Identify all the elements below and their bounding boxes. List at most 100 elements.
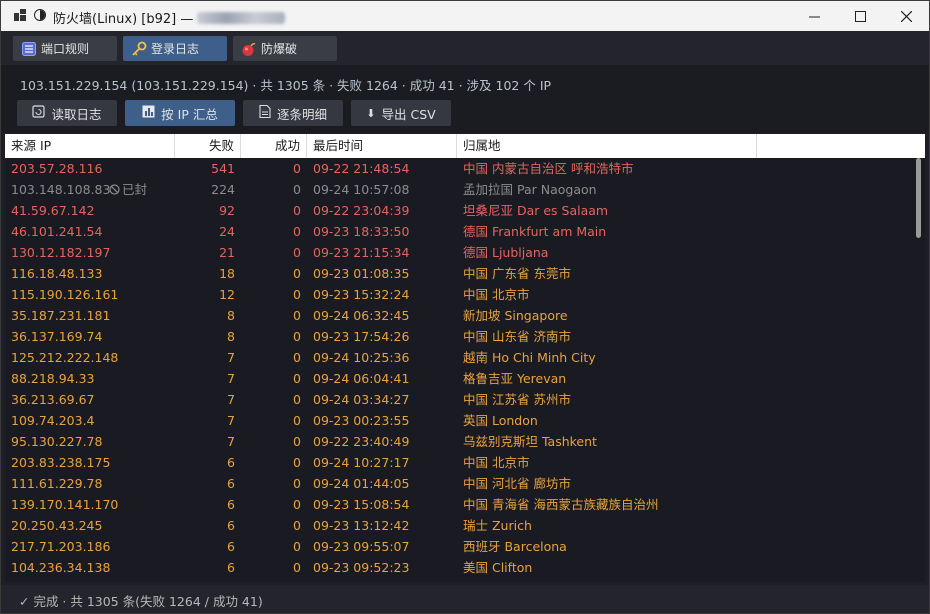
- column-header-last-time[interactable]: 最后时间: [307, 134, 457, 158]
- column-header-location[interactable]: 归属地: [457, 134, 757, 158]
- cell-last-time: 09-23 17:54:26: [313, 329, 410, 344]
- list-icon: [21, 41, 37, 57]
- table-row[interactable]: 88.218.94.33 7 0 09-24 06:04:41 格鲁吉亚 Yerevan: [5, 368, 912, 389]
- cell-success: 0: [293, 434, 301, 449]
- close-button[interactable]: [883, 1, 929, 31]
- cell-ip: 115.190.126.161: [11, 287, 119, 302]
- cell-last-time: 09-23 21:15:34: [313, 245, 410, 260]
- cell-location: 中国 内蒙古自治区 呼和浩特市: [463, 161, 634, 176]
- table-row[interactable]: 20.250.43.245 6 0 09-23 13:12:42 瑞士 Zurich: [5, 515, 912, 536]
- table-row[interactable]: 104.236.34.138 6 0 09-23 09:52:23 美国 Clifton: [5, 557, 912, 578]
- column-header-ip[interactable]: 来源 IP: [5, 134, 175, 158]
- table-row[interactable]: 217.71.203.186 6 0 09-23 09:55:07 西班牙 Barcel…: [5, 536, 912, 557]
- table-row[interactable]: 139.170.141.170 6 0 09-23 15:08:54 中国 青海省 海西…: [5, 494, 912, 515]
- group-by-ip-label: 按 IP 汇总: [161, 106, 218, 122]
- blocked-badge: 已封: [109, 179, 147, 200]
- cell-last-time: 09-23 09:52:23: [313, 560, 410, 575]
- cell-fail: 6: [227, 560, 235, 575]
- cell-location: 格鲁吉亚 Yerevan: [463, 371, 567, 386]
- column-header-fail[interactable]: 失败: [175, 134, 241, 158]
- app-icon: [14, 9, 26, 21]
- cell-ip: 41.59.67.142: [11, 203, 95, 218]
- cell-success: 0: [293, 203, 301, 218]
- table-row[interactable]: 41.59.67.142 92 0 09-22 23:04:39 坦桑尼亚 Dar es…: [5, 200, 912, 221]
- cell-success: 0: [293, 161, 301, 176]
- export-csv-button[interactable]: ⬇ 导出 CSV: [351, 100, 451, 126]
- table-row[interactable]: 203.83.238.175 6 0 09-24 10:27:17 中国 北京市: [5, 452, 912, 473]
- cell-fail: 92: [219, 203, 235, 218]
- table-row[interactable]: 116.18.48.133 18 0 09-23 01:08:35 中国 广东省 东莞市: [5, 263, 912, 284]
- cell-ip: 36.137.169.74: [11, 329, 103, 344]
- bar-chart-icon: [142, 105, 155, 121]
- cell-fail: 18: [219, 266, 235, 281]
- cell-location: 乌兹别克斯坦 Tashkent: [463, 434, 597, 449]
- maximize-icon: [854, 10, 866, 22]
- tab-port-rules[interactable]: 端口规则: [13, 36, 117, 61]
- cell-fail: 8: [227, 329, 235, 344]
- column-header-success[interactable]: 成功: [241, 134, 307, 158]
- window-title: 防火墙(Linux) [b92] —: [53, 8, 286, 27]
- theme-toggle-icon[interactable]: [34, 9, 46, 21]
- table-row[interactable]: 46.101.241.54 24 0 09-23 18:33:50 德国 Frankfu…: [5, 221, 912, 242]
- cell-fail: 24: [219, 224, 235, 239]
- cell-last-time: 09-23 15:08:54: [313, 497, 410, 512]
- minimize-button[interactable]: [791, 1, 837, 31]
- close-icon: [900, 10, 912, 22]
- cell-ip: 116.18.48.133: [11, 266, 103, 281]
- download-icon: ⬇: [366, 106, 376, 120]
- cell-location: 西班牙 Barcelona: [463, 539, 567, 554]
- refresh-icon: [32, 105, 46, 121]
- cell-ip: 20.250.43.245: [11, 518, 103, 533]
- table-row[interactable]: 111.61.229.78 6 0 09-24 01:44:05 中国 河北省 廊坊市: [5, 473, 912, 494]
- cell-location: 中国 北京市: [463, 455, 530, 470]
- cell-location: 德国 Ljubljana: [463, 245, 549, 260]
- cell-ip: 109.74.203.4: [11, 413, 95, 428]
- vertical-scrollbar[interactable]: [912, 158, 925, 582]
- table-row[interactable]: 130.12.182.197 21 0 09-23 21:15:34 德国 Ljublj…: [5, 242, 912, 263]
- table-row[interactable]: 125.212.222.148 7 0 09-24 10:25:36 越南 Ho Chi…: [5, 347, 912, 368]
- cell-last-time: 09-23 00:23:55: [313, 413, 410, 428]
- cell-last-time: 09-24 01:44:05: [313, 476, 410, 491]
- cell-ip: 104.236.34.138: [11, 560, 111, 575]
- tab-anti-bruteforce[interactable]: 防爆破: [233, 36, 337, 61]
- table-row[interactable]: 109.74.203.4 7 0 09-23 00:23:55 英国 London: [5, 410, 912, 431]
- group-by-ip-button[interactable]: 按 IP 汇总: [125, 100, 235, 126]
- bomb-icon: [241, 41, 257, 57]
- table-row[interactable]: 35.187.231.181 8 0 09-24 06:32:45 新加坡 Singap…: [5, 305, 912, 326]
- detail-button[interactable]: 逐条明细: [243, 100, 343, 126]
- redacted-host: [197, 12, 286, 24]
- cell-ip: 35.187.231.181: [11, 308, 111, 323]
- maximize-button[interactable]: [837, 1, 883, 31]
- cell-fail: 7: [227, 371, 235, 386]
- scrollbar-thumb[interactable]: [916, 158, 921, 238]
- cell-ip: 95.130.227.78: [11, 434, 103, 449]
- cell-ip: 203.57.28.116: [11, 161, 103, 176]
- table-row[interactable]: 36.137.169.74 8 0 09-23 17:54:26 中国 山东省 济南市: [5, 326, 912, 347]
- cell-fail: 541: [211, 161, 235, 176]
- ban-icon: [109, 182, 122, 197]
- cell-ip: 46.101.241.54: [11, 224, 103, 239]
- cell-success: 0: [293, 287, 301, 302]
- cell-success: 0: [293, 224, 301, 239]
- cell-fail: 6: [227, 497, 235, 512]
- cell-fail: 6: [227, 476, 235, 491]
- table-row[interactable]: 203.57.28.116 541 0 09-22 21:48:54 中国 内蒙古自治区…: [5, 158, 912, 179]
- cell-location: 中国 青海省 海西蒙古族藏族自治州: [463, 497, 659, 512]
- cell-success: 0: [293, 329, 301, 344]
- cell-last-time: 09-22 23:04:39: [313, 203, 410, 218]
- cell-success: 0: [293, 182, 301, 197]
- cell-fail: 7: [227, 434, 235, 449]
- cell-location: 中国 广东省 东莞市: [463, 266, 571, 281]
- read-log-button[interactable]: 读取日志: [17, 100, 117, 126]
- cell-fail: 7: [227, 413, 235, 428]
- cell-success: 0: [293, 308, 301, 323]
- table-row[interactable]: 95.130.227.78 7 0 09-22 23:40:49 乌兹别克斯坦 Tash…: [5, 431, 912, 452]
- cell-ip: 203.83.238.175: [11, 455, 111, 470]
- cell-last-time: 09-23 01:08:35: [313, 266, 410, 281]
- cell-location: 越南 Ho Chi Minh City: [463, 350, 596, 365]
- table-row[interactable]: 103.148.108.83 224 0 09-24 10:57:08 孟加拉国 Par…: [5, 179, 912, 200]
- table-row[interactable]: 36.213.69.67 7 0 09-24 03:34:27 中国 江苏省 苏州市: [5, 389, 912, 410]
- tab-login-log[interactable]: 登录日志: [123, 36, 227, 61]
- cell-location: 瑞士 Zurich: [463, 518, 532, 533]
- table-row[interactable]: 115.190.126.161 12 0 09-23 15:32:24 中国 北京市: [5, 284, 912, 305]
